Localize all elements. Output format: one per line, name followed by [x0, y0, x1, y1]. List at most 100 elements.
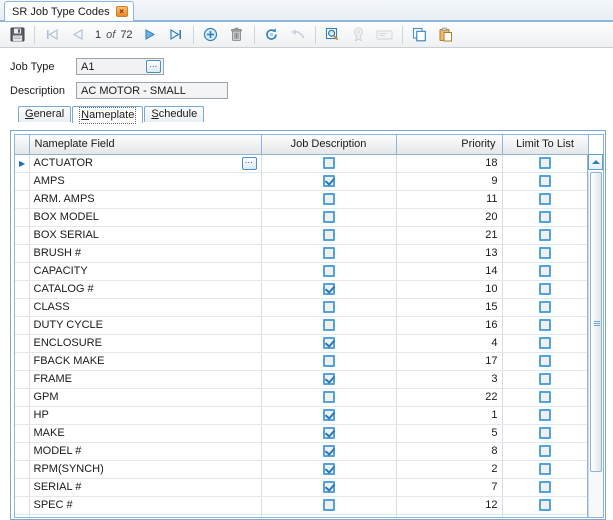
save-button[interactable] — [4, 24, 30, 46]
cell-limit-to-list[interactable] — [502, 154, 589, 173]
cell-nameplate-field[interactable]: HP — [29, 406, 262, 425]
cell-priority[interactable]: 9 — [396, 172, 503, 191]
cell-nameplate-field[interactable]: FRAME — [29, 370, 262, 389]
job-description-checkbox[interactable] — [322, 211, 335, 224]
limit-to-list-checkbox[interactable] — [539, 301, 551, 314]
limit-to-list-checkbox[interactable] — [539, 517, 551, 518]
job-description-checkbox[interactable] — [322, 391, 335, 404]
row-header[interactable] — [15, 388, 30, 407]
job-description-checkbox[interactable] — [322, 229, 335, 242]
cell-nameplate-field[interactable]: CAPACITY — [29, 262, 262, 281]
next-record-button[interactable] — [137, 24, 163, 46]
table-row[interactable]: MAKE 5 — [15, 424, 589, 443]
job-description-checkbox[interactable] — [322, 319, 335, 332]
copy-button[interactable] — [407, 24, 433, 46]
cell-limit-to-list[interactable] — [502, 352, 589, 371]
limit-to-list-checkbox[interactable] — [539, 247, 551, 260]
table-row[interactable]: BOX SERIAL 21 — [15, 226, 589, 245]
job-description-checkbox-checked[interactable] — [323, 517, 335, 518]
cell-priority[interactable]: 11 — [396, 190, 503, 209]
tab-general[interactable]: General — [18, 106, 72, 122]
row-header[interactable] — [15, 334, 30, 353]
limit-to-list-checkbox[interactable] — [539, 193, 551, 206]
cell-nameplate-field[interactable]: BRUSH # — [29, 244, 262, 263]
filter-button[interactable] — [346, 24, 372, 46]
table-row[interactable]: ARM. AMPS 11 — [15, 190, 589, 209]
limit-to-list-checkbox[interactable] — [539, 499, 551, 512]
table-row[interactable]: CLASS 15 — [15, 298, 589, 317]
cell-limit-to-list[interactable] — [502, 370, 589, 389]
cell-nameplate-field[interactable]: MODEL # — [29, 442, 262, 461]
cell-priority[interactable]: 12 — [396, 496, 503, 515]
cell-nameplate-field[interactable]: SERIAL # — [29, 478, 262, 497]
row-header[interactable] — [15, 244, 30, 263]
undo-button[interactable] — [285, 24, 311, 46]
limit-to-list-checkbox[interactable] — [539, 463, 551, 476]
job-type-lookup-icon[interactable]: ⋯ — [146, 60, 161, 73]
row-header[interactable] — [15, 442, 30, 461]
close-icon[interactable]: × — [115, 6, 128, 17]
document-tab-sr-job-type-codes[interactable]: SR Job Type Codes × — [4, 1, 134, 21]
limit-to-list-checkbox[interactable] — [539, 157, 551, 170]
add-record-button[interactable] — [198, 24, 224, 46]
cell-limit-to-list[interactable] — [502, 208, 589, 227]
cell-limit-to-list[interactable] — [502, 244, 589, 263]
row-header[interactable] — [15, 406, 30, 425]
row-header[interactable] — [15, 298, 30, 317]
row-header[interactable] — [15, 496, 30, 515]
cell-priority[interactable]: 14 — [396, 262, 503, 281]
record-current[interactable]: 1 — [95, 29, 101, 41]
tab-nameplate[interactable]: Nameplate — [72, 106, 144, 124]
job-description-checkbox-checked[interactable] — [322, 409, 335, 422]
job-description-checkbox-checked[interactable] — [322, 373, 335, 386]
table-row[interactable]: CAPACITY 14 — [15, 262, 589, 281]
row-header[interactable] — [15, 460, 30, 479]
cell-job-description[interactable] — [261, 460, 397, 479]
job-description-checkbox-checked[interactable] — [322, 445, 335, 458]
cell-priority[interactable]: 21 — [396, 226, 503, 245]
row-header[interactable] — [15, 190, 30, 209]
cell-nameplate-field[interactable]: ACTUATOR ⋯ — [29, 154, 262, 173]
job-description-checkbox[interactable] — [322, 499, 335, 512]
cell-job-description[interactable] — [261, 424, 397, 443]
limit-to-list-checkbox[interactable] — [539, 265, 551, 278]
cell-nameplate-field[interactable]: CATALOG # — [29, 280, 262, 299]
table-row[interactable]: GPM 22 — [15, 388, 589, 407]
table-row[interactable]: FRAME 3 — [15, 370, 589, 389]
prev-record-button[interactable] — [65, 24, 91, 46]
cell-priority[interactable]: 7 — [396, 478, 503, 497]
cell-nameplate-field[interactable]: VOLTS — [29, 514, 262, 517]
cell-nameplate-field[interactable]: MAKE — [29, 424, 262, 443]
cell-limit-to-list[interactable] — [502, 388, 589, 407]
table-row[interactable]: ENCLOSURE 4 — [15, 334, 589, 353]
cell-job-description[interactable] — [261, 352, 397, 371]
cell-priority[interactable]: 13 — [396, 244, 503, 263]
cell-limit-to-list[interactable] — [502, 424, 589, 443]
limit-to-list-checkbox[interactable] — [539, 373, 551, 386]
row-header[interactable] — [15, 478, 30, 497]
cell-job-description[interactable] — [261, 172, 397, 191]
column-header-limit-to-list[interactable]: Limit To List — [502, 135, 589, 155]
cell-limit-to-list[interactable] — [502, 406, 589, 425]
limit-to-list-checkbox[interactable] — [539, 391, 551, 404]
cell-limit-to-list[interactable] — [502, 190, 589, 209]
cell-priority[interactable]: 22 — [396, 388, 503, 407]
limit-to-list-checkbox[interactable] — [539, 229, 551, 242]
job-description-checkbox[interactable] — [322, 265, 335, 278]
limit-to-list-checkbox[interactable] — [539, 319, 551, 332]
last-record-button[interactable] — [163, 24, 189, 46]
row-header[interactable] — [15, 352, 30, 371]
row-header[interactable] — [15, 208, 30, 227]
row-header-current[interactable]: ▶ — [15, 154, 30, 173]
row-header[interactable] — [15, 226, 30, 245]
table-row[interactable]: SERIAL # 7 — [15, 478, 589, 497]
cell-priority[interactable]: 4 — [396, 334, 503, 353]
table-row[interactable]: BOX MODEL 20 — [15, 208, 589, 227]
limit-to-list-checkbox[interactable] — [539, 211, 551, 224]
scroll-up-button[interactable] — [588, 154, 603, 170]
job-description-checkbox-checked[interactable] — [322, 337, 335, 350]
table-row[interactable]: HP 1 — [15, 406, 589, 425]
cell-job-description[interactable] — [261, 406, 397, 425]
job-description-checkbox[interactable] — [322, 301, 335, 314]
cell-priority[interactable]: 16 — [396, 316, 503, 335]
